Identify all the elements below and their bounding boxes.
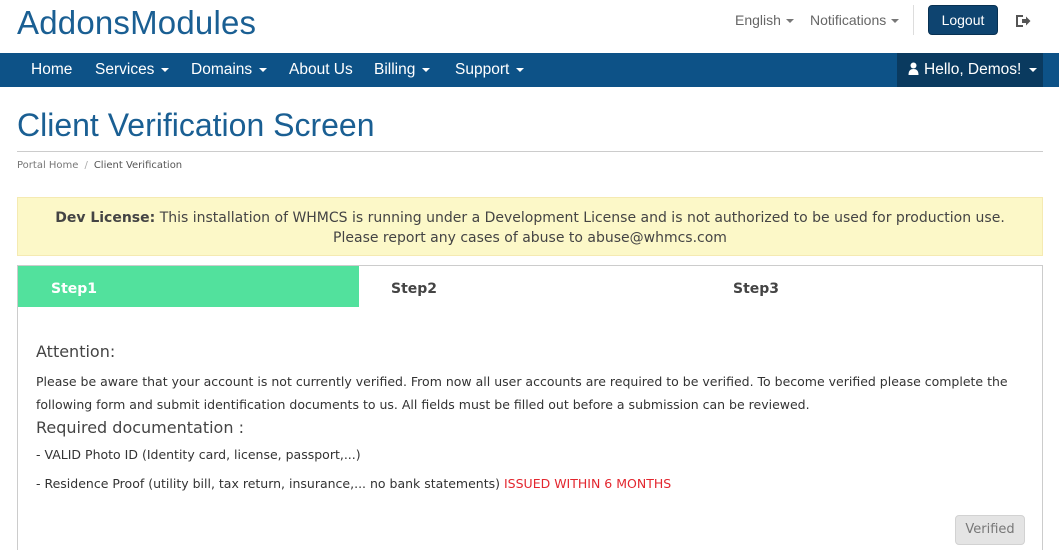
user-menu-label: Hello, Demos! [924,61,1022,78]
language-dropdown[interactable]: English [735,12,794,28]
nav-item-label: Billing [374,61,416,78]
required-item-residence-proof: - Residence Proof (utility bill, tax ret… [36,476,1028,491]
tab-step1[interactable]: Step1 [18,266,359,307]
dev-license-alert: Dev License: This installation of WHMCS … [17,197,1043,256]
step-tabs: Step1 Step2 Step3 [18,266,1042,307]
logout-button[interactable]: Logout [928,5,998,35]
user-menu-dropdown[interactable]: Hello, Demos! [897,53,1043,87]
nav-item-billing[interactable]: Billing [374,53,431,87]
title-divider [17,151,1043,152]
tab-step2[interactable]: Step2 [359,266,701,307]
alert-label: Dev License: [55,210,156,226]
chevron-down-icon [422,67,431,72]
required-item-photo-id: - VALID Photo ID (Identity card, license… [36,447,361,462]
breadcrumb-current: Client Verification [93,160,183,171]
user-icon [908,62,919,75]
residence-proof-text: - Residence Proof (utility bill, tax ret… [36,476,501,491]
nav-item-label: Support [455,61,510,78]
notifications-label: Notifications [810,12,887,28]
logo[interactable]: AddonsModules [17,4,256,42]
breadcrumb: Portal Home / Client Verification [17,160,182,171]
verification-content: Attention: Please be aware that your acc… [36,342,1028,491]
notifications-dropdown[interactable]: Notifications [810,12,900,28]
nav-item-support[interactable]: Support [455,53,525,87]
nav-item-domains[interactable]: Domains [191,53,268,87]
main-navbar: Home Services Domains About Us Billing S… [0,53,1059,87]
nav-item-label: Home [31,61,73,78]
nav-item-label: Domains [191,61,253,78]
nav-item-services[interactable]: Services [95,53,170,87]
chevron-down-icon [161,67,170,72]
attention-text: Please be aware that your account is not… [36,374,1008,412]
chevron-down-icon [259,67,268,72]
chevron-down-icon [891,19,900,24]
nav-item-about-us[interactable]: About Us [289,53,353,87]
sign-out-icon[interactable] [1014,12,1032,30]
chevron-down-icon [785,19,794,24]
chevron-down-icon [516,67,525,72]
residence-proof-highlight: ISSUED WITHIN 6 MONTHS [504,476,672,491]
page-title: Client Verification Screen [17,107,375,143]
required-documentation-heading: Required documentation : [36,418,244,437]
breadcrumb-portal-home[interactable]: Portal Home [17,160,78,171]
verification-panel: Step1 Step2 Step3 Attention: Please be a… [17,265,1043,550]
header-divider [913,5,914,35]
alert-text: This installation of WHMCS is running un… [159,210,1005,246]
breadcrumb-separator: / [84,160,88,171]
chevron-down-icon [1029,67,1038,72]
header: AddonsModules English Notifications Logo… [0,0,1059,53]
verified-button[interactable]: Verified [955,515,1025,545]
nav-item-home[interactable]: Home [31,53,72,87]
attention-heading: Attention: [36,342,116,361]
language-label: English [735,12,781,28]
tab-step3[interactable]: Step3 [701,266,1042,307]
nav-item-label: About Us [289,61,353,78]
nav-item-label: Services [95,61,155,78]
